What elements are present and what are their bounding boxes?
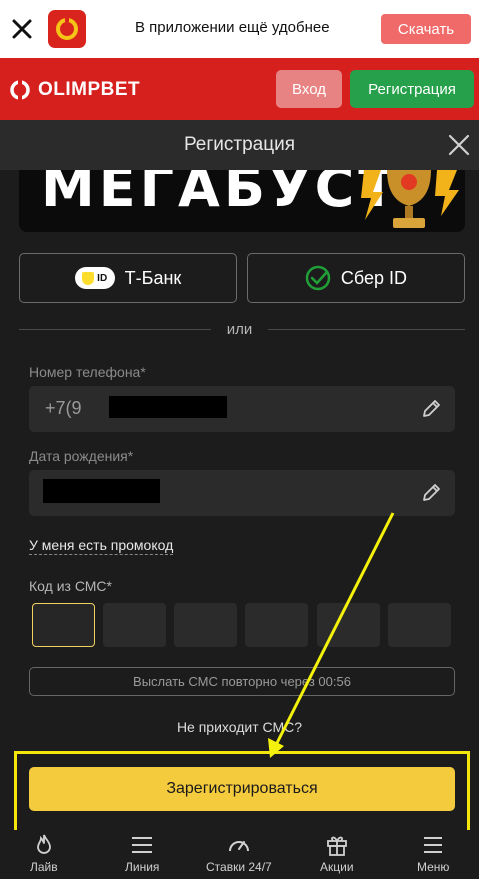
no-sms-link[interactable]: Не приходит СМС? (0, 719, 479, 735)
nav-label: Лайв (30, 860, 58, 874)
nav-item-menu[interactable]: Меню (417, 833, 449, 874)
edit-pencil-icon[interactable] (421, 483, 441, 503)
tbank-id-button[interactable]: ID Т-Банк (19, 253, 237, 303)
sms-code-digit[interactable] (32, 603, 95, 647)
sms-code-digit[interactable] (103, 603, 166, 647)
nav-item-bets-247[interactable]: Ставки 24/7 (206, 833, 272, 874)
nav-item-promos[interactable]: Акции (320, 833, 354, 874)
nav-label: Ставки 24/7 (206, 860, 272, 874)
register-button[interactable]: Регистрация (350, 70, 474, 108)
sms-code-digit[interactable] (388, 603, 451, 647)
sber-label: Сбер ID (340, 267, 408, 288)
promo-banner-text: МЕГАБУСТ (41, 170, 400, 219)
trophy-icon (361, 170, 459, 228)
sms-code-digit[interactable] (174, 603, 237, 647)
tbank-label: Т-Банк (124, 267, 182, 288)
speedometer-icon (228, 841, 249, 852)
app-install-banner: В приложении ещё удобнее Скачать (0, 0, 479, 58)
resend-sms-button[interactable]: Выслать СМС повторно через 00:56 (29, 667, 455, 696)
site-header: OLIMPBET Вход Регистрация (0, 58, 479, 120)
submit-register-button[interactable]: Зарегистрироваться (29, 767, 455, 811)
download-button[interactable]: Скачать (381, 14, 471, 44)
brand-logo[interactable]: OLIMPBET (8, 78, 140, 102)
list-icon (132, 837, 153, 853)
sms-code-digit[interactable] (245, 603, 308, 647)
menu-icon (424, 837, 443, 853)
sms-code-digit[interactable] (317, 603, 380, 647)
or-divider: или (0, 320, 479, 340)
close-icon[interactable] (10, 17, 34, 41)
redacted-mask (109, 396, 227, 418)
gift-icon (326, 836, 347, 856)
phone-value: +7(9 (45, 398, 82, 418)
birthdate-label: Дата рождения* (29, 448, 134, 464)
bottom-nav: Лайв Линия Ставки 24/7 Акции Меню (0, 830, 479, 879)
or-text: или (226, 321, 253, 338)
app-logo-icon (48, 10, 86, 48)
phone-field[interactable]: +7(9 (29, 386, 455, 432)
nav-label: Акции (320, 860, 354, 874)
sber-check-icon (305, 265, 331, 291)
redacted-mask (43, 479, 160, 503)
nav-item-live[interactable]: Лайв (30, 833, 58, 874)
tbank-id-icon: ID (74, 267, 115, 289)
close-icon[interactable] (448, 134, 470, 156)
sber-id-button[interactable]: Сбер ID (247, 253, 465, 303)
phone-label: Номер телефона* (29, 364, 146, 380)
nav-item-line[interactable]: Линия (125, 833, 159, 874)
promo-code-link[interactable]: У меня есть промокод (29, 537, 174, 555)
edit-pencil-icon[interactable] (421, 399, 441, 419)
birthdate-field[interactable] (29, 470, 455, 516)
sms-code-label: Код из СМС* (29, 578, 112, 594)
modal-title: Регистрация (183, 134, 296, 155)
olimpbet-logo-icon (10, 78, 30, 102)
login-button[interactable]: Вход (276, 70, 342, 108)
fire-icon (36, 834, 51, 854)
modal-header: Регистрация (0, 120, 479, 170)
promo-banner[interactable]: МЕГАБУСТ (19, 170, 465, 232)
nav-label: Меню (417, 860, 450, 874)
nav-label: Линия (125, 860, 160, 874)
brand-name: OLIMPBET (38, 79, 141, 100)
app-banner-text: В приложении ещё удобнее (135, 19, 330, 36)
